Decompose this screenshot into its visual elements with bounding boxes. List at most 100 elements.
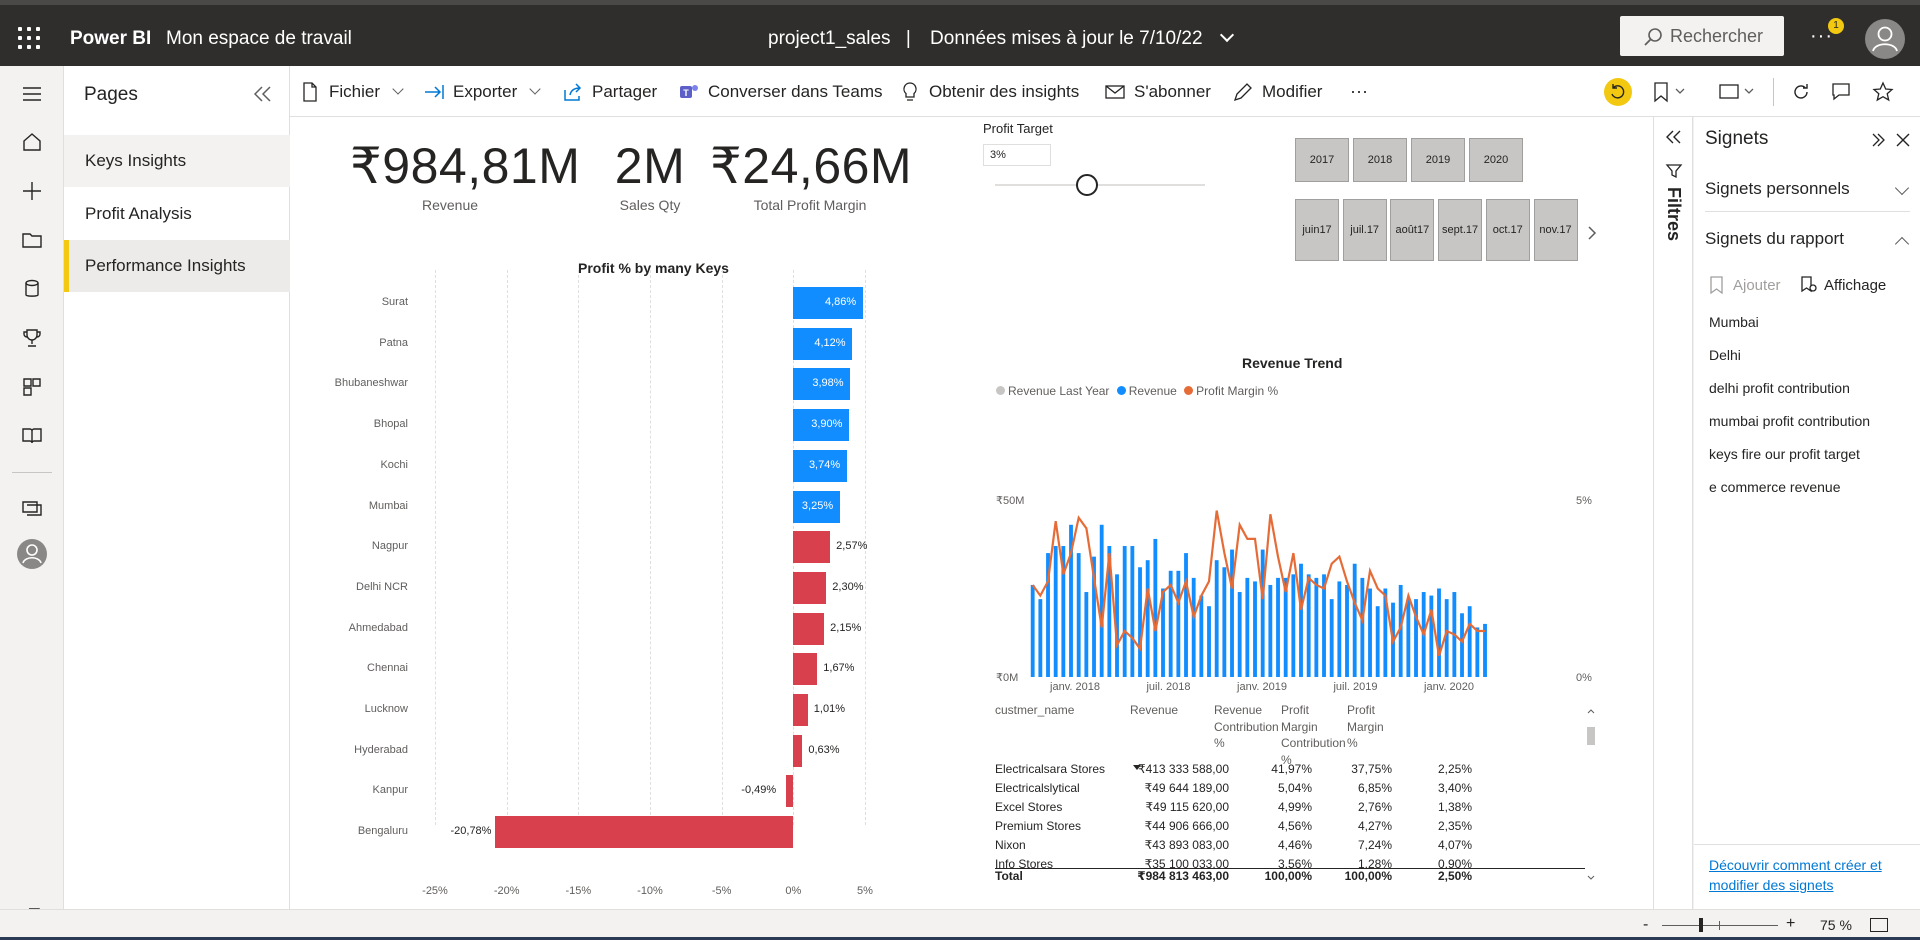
comment-icon[interactable] [1830,81,1852,103]
teams-chat-button[interactable]: T Converser dans Teams [678,66,883,117]
report-bookmarks-section[interactable]: Signets du rapport [1705,229,1910,252]
chevron-down-icon[interactable] [1219,27,1234,43]
kpi-total-profit-margin[interactable]: ₹24,66M Total Profit Margin [710,137,912,213]
customer-table[interactable]: custmer_name Revenue Revenue Contributio… [995,702,1585,902]
expand-pane-icon[interactable] [1870,132,1886,148]
workspaces-icon[interactable] [20,496,44,520]
report-info[interactable]: project1_sales | Données mises à jour le… [768,27,1234,50]
page-tab-performance-insights[interactable]: Performance Insights [64,240,290,292]
data-hub-icon[interactable] [20,277,44,301]
expand-filters-icon[interactable] [1664,129,1684,145]
bookmark-item[interactable]: keys fire our profit target [1709,446,1860,462]
get-insights-button[interactable]: Obtenir des insights [899,66,1079,117]
legend-profit-margin: Profit Margin % [1196,384,1279,398]
chevron-down-icon [529,82,541,95]
kpi-revenue[interactable]: ₹984,81M Revenue [350,137,580,213]
category-label: Nagpur [371,540,408,553]
favorite-star-icon[interactable] [1872,81,1894,103]
close-icon[interactable] [1895,132,1911,148]
profit-bar[interactable] [786,775,794,808]
fit-to-page-icon[interactable] [1870,918,1888,932]
year-tile[interactable]: 2017 [1295,138,1349,182]
brand-name[interactable]: Power BI [70,28,151,50]
browse-folder-icon[interactable] [20,228,44,252]
month-tile[interactable]: août 17 [1390,199,1435,261]
more-actions-button[interactable]: ··· [1350,66,1368,117]
page-tab-keys-insights[interactable]: Keys Insights [64,135,290,187]
bookmark-menu-icon[interactable] [1653,81,1687,103]
chevron-right-icon[interactable] [1587,225,1597,241]
pane-footer-divider [1694,844,1920,845]
search-box[interactable]: Rechercher [1620,16,1784,56]
refresh-icon[interactable] [1790,81,1812,103]
my-workspace-avatar-icon[interactable] [16,538,48,570]
add-bookmark-button[interactable]: Ajouter [1709,275,1781,295]
apps-icon[interactable] [20,375,44,399]
learn-bookmarks-link[interactable]: Découvrir comment créer et modifier des … [1709,855,1909,895]
profit-target-input[interactable]: 3% [983,144,1051,166]
profit-bar[interactable] [793,531,831,564]
profit-bar[interactable] [793,734,803,767]
filters-label: Filtres [1664,187,1684,242]
profit-bar[interactable] [495,816,794,849]
year-tile[interactable]: 2020 [1469,138,1523,182]
collapse-pages-icon[interactable] [252,84,274,104]
year-tile[interactable]: 2018 [1353,138,1407,182]
hamburger-menu-icon[interactable] [20,82,44,106]
workspace-link[interactable]: Mon espace de travail [166,28,352,50]
share-button[interactable]: Partager [562,66,657,117]
reset-icon[interactable] [1604,78,1632,106]
profit-bar[interactable] [793,571,827,604]
zoom-out-button[interactable]: - [1643,916,1648,934]
bookmark-item[interactable]: delhi profit contribution [1709,380,1850,396]
month-tile[interactable]: juil. 17 [1342,199,1387,261]
zoom-slider-track[interactable] [1662,925,1778,926]
bookmark-item[interactable]: Delhi [1709,347,1741,363]
profit-bar[interactable] [793,694,808,726]
revenue-trend-chart[interactable]: ₹50M ₹0M 5% 0% janv. 2018 juil. 2018 janv. 201… [990,447,1595,697]
bookmark-item[interactable]: mumbai profit contribution [1709,413,1870,429]
home-icon[interactable] [20,130,44,154]
kpi-sales-qty[interactable]: 2M Sales Qty [595,137,705,213]
bookmark-item[interactable]: e commerce revenue [1709,479,1841,495]
personal-bookmarks-section[interactable]: Signets personnels [1705,179,1910,199]
profit-target-slider-thumb[interactable] [1076,174,1099,196]
bookmark-add-icon [1710,276,1723,295]
x-gridline [506,270,508,825]
revenue-bar [1306,574,1311,677]
col-header-revenue[interactable]: Revenue [1130,702,1200,719]
month-tile[interactable]: oct. 17 [1485,199,1530,261]
month-tile[interactable]: nov. 17 [1533,199,1578,261]
view-menu-icon[interactable] [1718,81,1756,103]
view-bookmarks-button[interactable]: Affichage [1799,275,1886,295]
trophy-icon[interactable] [20,326,44,350]
zoom-in-button[interactable]: + [1786,915,1795,933]
bookmark-item[interactable]: Mumbai [1709,314,1759,330]
table-cell: 41,97% [1271,762,1312,776]
app-launcher-icon[interactable] [18,27,40,49]
export-menu-button[interactable]: Exporter [423,66,541,117]
profit-bar[interactable] [793,653,818,686]
col-header-customer[interactable]: custmer_name [995,702,1105,719]
year-tile[interactable]: 2019 [1411,138,1465,182]
account-avatar[interactable] [1865,19,1905,59]
category-label: Chennai [367,662,408,675]
profit-bar[interactable] [793,612,825,645]
edit-button[interactable]: Modifier [1232,66,1322,117]
month-tile[interactable]: juin 17 [1295,199,1339,261]
search-placeholder: Rechercher [1670,25,1764,46]
col-header-revenue-contribution[interactable]: Revenue Contribution % [1214,702,1282,752]
subscribe-button[interactable]: S'abonner [1104,66,1211,117]
profit-target-slider-track[interactable] [995,184,1205,186]
learn-book-icon[interactable] [20,424,44,448]
pages-title: Pages [84,84,138,105]
month-tile[interactable]: sept. 17 [1438,199,1483,261]
col-header-profit-margin[interactable]: Profit Margin % [1347,702,1397,752]
create-icon[interactable] [20,179,44,203]
table-scrollbar[interactable] [1586,707,1596,882]
filters-pane-collapsed[interactable]: Filtres [1653,117,1693,909]
zoom-slider-thumb[interactable] [1699,918,1704,932]
page-tab-profit-analysis[interactable]: Profit Analysis [64,188,290,240]
col-header-profit-margin-contribution[interactable]: Profit Margin Contribution % [1281,702,1349,768]
file-menu-button[interactable]: Fichier [299,66,404,117]
